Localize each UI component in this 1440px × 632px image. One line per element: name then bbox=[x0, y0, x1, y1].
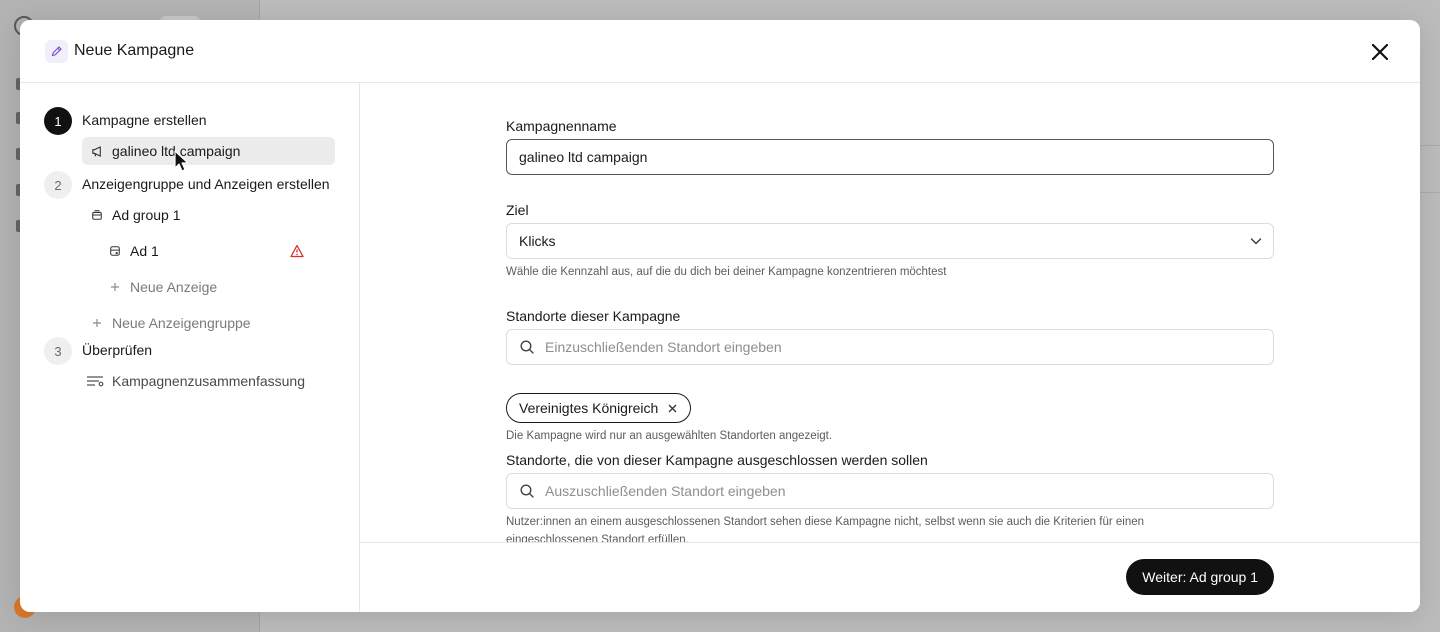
goal-label: Ziel bbox=[506, 202, 529, 218]
campaign-name-label: Kampagnenname bbox=[506, 118, 617, 134]
substep-ad-group-label: Ad group 1 bbox=[112, 207, 181, 223]
modal-footer: Weiter: Ad group 1 bbox=[360, 542, 1420, 612]
step-number-1: 1 bbox=[44, 107, 72, 135]
goal-help-text: Wähle die Kennzahl aus, auf die du dich … bbox=[506, 266, 947, 278]
campaign-name-input[interactable] bbox=[519, 149, 1273, 165]
excluded-locations-field[interactable] bbox=[506, 473, 1274, 509]
new-campaign-modal: Neue Kampagne 1 Kampagne erstellen galin… bbox=[20, 20, 1420, 612]
location-chip: Vereinigtes Königreich bbox=[506, 393, 692, 423]
ad-group-icon bbox=[90, 208, 104, 222]
search-icon bbox=[519, 483, 535, 499]
substep-new-ad-label: Neue Anzeige bbox=[130, 279, 218, 295]
step-number-2: 2 bbox=[44, 171, 72, 199]
substep-summary[interactable]: Kampagnenzusammenfassung bbox=[86, 367, 305, 395]
locations-search-input[interactable] bbox=[545, 339, 1273, 355]
excluded-locations-search-input[interactable] bbox=[545, 483, 1273, 499]
plus-icon bbox=[108, 280, 122, 294]
substep-new-ad-group-label: Neue Anzeigengruppe bbox=[112, 315, 251, 331]
goal-select[interactable]: Klicks bbox=[506, 223, 1274, 259]
megaphone-icon bbox=[90, 144, 104, 158]
locations-label: Standorte dieser Kampagne bbox=[506, 308, 681, 324]
summary-icon bbox=[86, 374, 104, 388]
step-title-create-campaign[interactable]: Kampagne erstellen bbox=[82, 112, 207, 128]
chevron-down-icon bbox=[1249, 234, 1263, 248]
substep-campaign[interactable]: galineo ltd campaign bbox=[82, 137, 335, 165]
excluded-locations-help-text: Nutzer:innen an einem ausgeschlossenen S… bbox=[506, 516, 1145, 542]
substep-new-ad[interactable]: Neue Anzeige bbox=[108, 273, 217, 301]
campaign-name-field[interactable] bbox=[506, 139, 1274, 175]
excluded-locations-label: Standorte, die von dieser Kampagne ausge… bbox=[506, 452, 928, 468]
locations-help-text: Die Kampagne wird nur an ausgewählten St… bbox=[506, 430, 833, 442]
mouse-cursor-icon bbox=[174, 150, 189, 172]
substep-new-ad-group[interactable]: Neue Anzeigengruppe bbox=[90, 309, 251, 337]
substep-summary-label: Kampagnenzusammenfassung bbox=[112, 373, 306, 389]
modal-header: Neue Kampagne bbox=[20, 20, 1420, 83]
step-title-review[interactable]: Überprüfen bbox=[82, 342, 152, 358]
campaign-form: Kampagnenname Ziel Klicks Wähle die Kenn… bbox=[360, 83, 1420, 542]
step-title-ad-groups[interactable]: Anzeigengruppe und Anzeigen erstellen bbox=[82, 176, 330, 192]
substep-ad[interactable]: Ad 1 bbox=[108, 237, 338, 265]
modal-title: Neue Kampagne bbox=[74, 42, 195, 59]
steps-sidebar: 1 Kampagne erstellen galineo ltd campaig… bbox=[20, 83, 360, 612]
next-button[interactable]: Weiter: Ad group 1 bbox=[1126, 559, 1274, 595]
search-icon bbox=[519, 339, 535, 355]
remove-chip-icon[interactable] bbox=[666, 402, 678, 414]
pen-icon bbox=[45, 39, 68, 63]
ad-icon bbox=[108, 244, 122, 258]
substep-ad-group[interactable]: Ad group 1 bbox=[90, 201, 181, 229]
location-chip-label: Vereinigtes Königreich bbox=[519, 400, 659, 416]
goal-select-value: Klicks bbox=[519, 233, 556, 249]
step-number-3: 3 bbox=[44, 337, 72, 365]
close-icon[interactable] bbox=[1368, 40, 1392, 64]
locations-field[interactable] bbox=[506, 329, 1274, 365]
substep-ad-label: Ad 1 bbox=[130, 243, 159, 259]
plus-icon bbox=[90, 316, 104, 330]
warning-icon bbox=[290, 244, 304, 258]
